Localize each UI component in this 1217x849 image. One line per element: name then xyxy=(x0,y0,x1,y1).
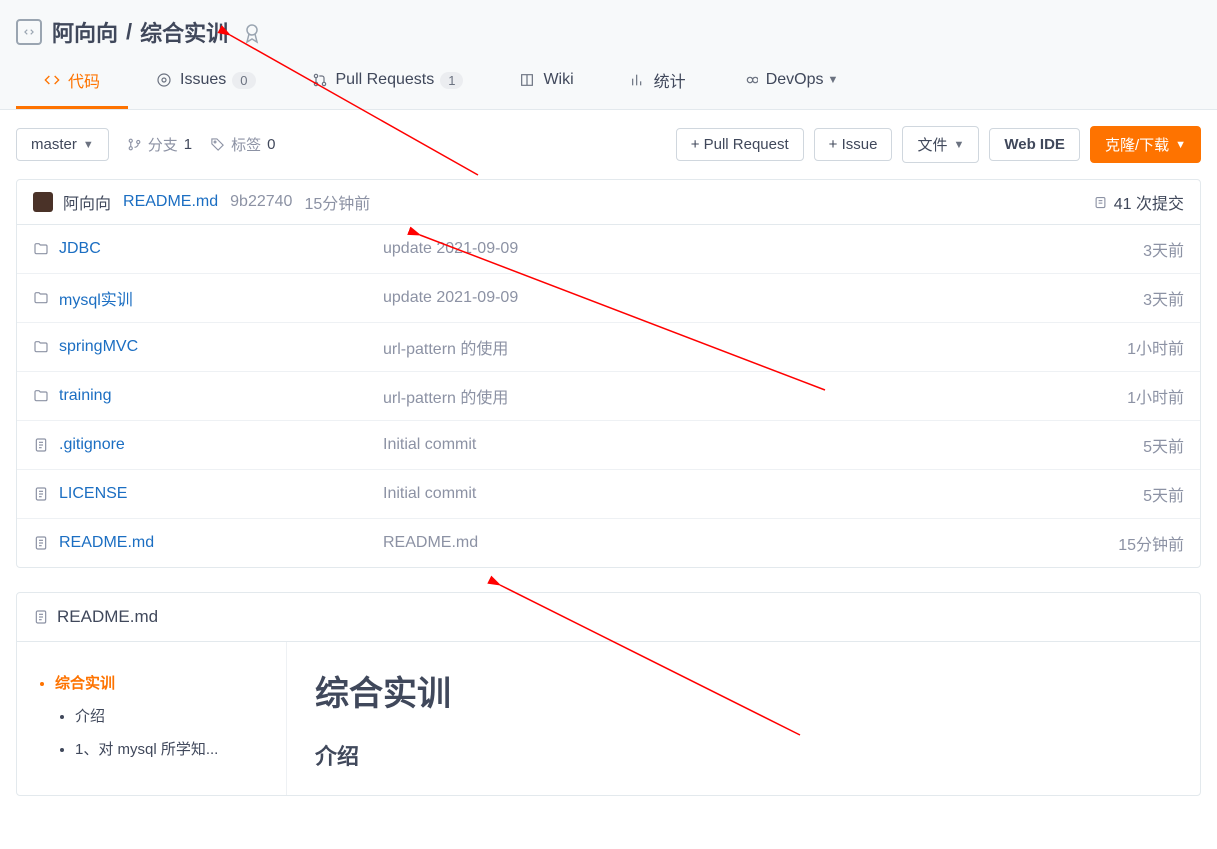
file-commit-msg[interactable]: url-pattern 的使用 xyxy=(383,384,1127,408)
file-name-link[interactable]: .gitignore xyxy=(59,436,125,454)
tab-issues[interactable]: Issues 0 xyxy=(128,56,283,109)
readme-header: README.md xyxy=(17,593,1200,642)
branch-selector[interactable]: master ▼ xyxy=(16,128,109,161)
file-name-link[interactable]: training xyxy=(59,387,111,405)
chevron-down-icon: ▼ xyxy=(827,74,838,86)
file-row: .gitignore Initial commit5天前 xyxy=(17,421,1200,470)
chevron-down-icon: ▼ xyxy=(1175,139,1186,151)
chevron-down-icon: ▼ xyxy=(83,139,94,151)
readme-panel: README.md 综合实训介绍1、对 mysql 所学知... 综合实训 介绍 xyxy=(16,592,1201,796)
owner-link[interactable]: 阿向向 xyxy=(52,16,118,48)
toc-item[interactable]: 1、对 mysql 所学知... xyxy=(75,732,270,765)
readme-h1: 综合实训 xyxy=(315,666,1172,715)
file-dropdown[interactable]: 文件 ▼ xyxy=(902,126,979,163)
file-time: 3天前 xyxy=(1143,286,1184,310)
readme-filename: README.md xyxy=(57,607,158,627)
file-name-link[interactable]: springMVC xyxy=(59,338,138,356)
file-icon xyxy=(33,609,49,625)
tab-label: 统计 xyxy=(654,68,686,92)
devops-icon xyxy=(742,72,758,88)
readme-toc: 综合实训介绍1、对 mysql 所学知... xyxy=(17,642,287,795)
issues-count: 0 xyxy=(232,72,255,89)
repo-icon xyxy=(16,19,42,45)
tab-devops[interactable]: DevOps ▼ xyxy=(714,56,867,109)
file-name-link[interactable]: mysql实训 xyxy=(59,286,133,310)
repo-link[interactable]: 综合实训 xyxy=(140,16,228,48)
file-icon xyxy=(33,486,49,502)
chevron-down-icon: ▼ xyxy=(953,139,964,151)
readme-content: 综合实训 介绍 xyxy=(287,642,1200,795)
commit-sha[interactable]: 9b22740 xyxy=(230,193,292,211)
tab-label: Issues xyxy=(180,71,226,89)
tab-label: Pull Requests xyxy=(336,71,435,89)
tag-icon xyxy=(210,137,225,152)
commit-time: 15分钟前 xyxy=(304,190,370,214)
toc-item[interactable]: 综合实训 xyxy=(55,666,270,699)
folder-icon xyxy=(33,388,49,404)
folder-icon xyxy=(33,290,49,306)
toc-item[interactable]: 介绍 xyxy=(75,699,270,732)
file-name-link[interactable]: LICENSE xyxy=(59,485,127,503)
file-commit-msg[interactable]: README.md xyxy=(383,534,1118,552)
branch-name: master xyxy=(31,136,77,153)
folder-icon xyxy=(33,241,49,257)
tab-label: 代码 xyxy=(68,68,100,92)
web-ide-button[interactable]: Web IDE xyxy=(989,128,1080,161)
new-pr-button[interactable]: + Pull Request xyxy=(676,128,804,161)
breadcrumb-separator: / xyxy=(126,19,132,45)
file-time: 1小时前 xyxy=(1127,384,1184,408)
file-row: LICENSE Initial commit5天前 xyxy=(17,470,1200,519)
branches-count: 1 xyxy=(184,136,192,153)
file-commit-msg[interactable]: Initial commit xyxy=(383,436,1143,454)
clone-download-button[interactable]: 克隆/下载 ▼ xyxy=(1090,126,1201,163)
file-listing-panel: 阿向向 README.md 9b22740 15分钟前 41 次提交 JDBC u… xyxy=(16,179,1201,568)
commits-count-link[interactable]: 41 次提交 xyxy=(1093,190,1184,214)
file-row: training url-pattern 的使用1小时前 xyxy=(17,372,1200,421)
file-commit-msg[interactable]: update 2021-09-09 xyxy=(383,240,1143,258)
file-row: springMVC url-pattern 的使用1小时前 xyxy=(17,323,1200,372)
file-time: 15分钟前 xyxy=(1118,531,1184,555)
breadcrumb: 阿向向 / 综合实训 xyxy=(16,0,1201,56)
file-row: JDBC update 2021-09-093天前 xyxy=(17,225,1200,274)
latest-commit-row: 阿向向 README.md 9b22740 15分钟前 41 次提交 xyxy=(17,180,1200,225)
wiki-icon xyxy=(519,72,535,88)
pr-icon xyxy=(312,72,328,88)
branches-link[interactable]: 分支 1 xyxy=(127,134,192,155)
readme-h2: 介绍 xyxy=(315,739,1172,771)
repo-tabs: 代码 Issues 0 Pull Requests 1 Wiki 统计 DevO… xyxy=(16,56,1201,109)
issues-icon xyxy=(156,72,172,88)
file-name-link[interactable]: JDBC xyxy=(59,240,101,258)
new-issue-button[interactable]: + Issue xyxy=(814,128,893,161)
tab-code[interactable]: 代码 xyxy=(16,56,128,109)
folder-icon xyxy=(33,339,49,355)
commit-message[interactable]: README.md xyxy=(123,193,218,211)
tags-link[interactable]: 标签 0 xyxy=(210,134,275,155)
tab-label: Wiki xyxy=(543,71,573,89)
file-name-link[interactable]: README.md xyxy=(59,534,154,552)
avatar[interactable] xyxy=(33,192,53,212)
code-icon xyxy=(44,72,60,88)
file-row: README.mdREADME.md15分钟前 xyxy=(17,519,1200,567)
commit-author[interactable]: 阿向向 xyxy=(63,190,111,214)
file-commit-msg[interactable]: url-pattern 的使用 xyxy=(383,335,1127,359)
tags-count: 0 xyxy=(267,136,275,153)
file-row: mysql实训 update 2021-09-093天前 xyxy=(17,274,1200,323)
tab-pull-requests[interactable]: Pull Requests 1 xyxy=(284,56,492,109)
branch-icon xyxy=(127,137,142,152)
file-time: 1小时前 xyxy=(1127,335,1184,359)
stats-icon xyxy=(630,72,646,88)
tab-label: DevOps xyxy=(766,71,824,89)
tab-stats[interactable]: 统计 xyxy=(602,56,714,109)
file-time: 3天前 xyxy=(1143,237,1184,261)
file-commit-msg[interactable]: Initial commit xyxy=(383,485,1143,503)
medal-icon xyxy=(240,20,264,44)
file-time: 5天前 xyxy=(1143,433,1184,457)
file-icon xyxy=(33,535,49,551)
history-icon xyxy=(1093,195,1108,210)
file-time: 5天前 xyxy=(1143,482,1184,506)
tab-wiki[interactable]: Wiki xyxy=(491,56,601,109)
file-icon xyxy=(33,437,49,453)
file-commit-msg[interactable]: update 2021-09-09 xyxy=(383,289,1143,307)
pr-count: 1 xyxy=(440,72,463,89)
